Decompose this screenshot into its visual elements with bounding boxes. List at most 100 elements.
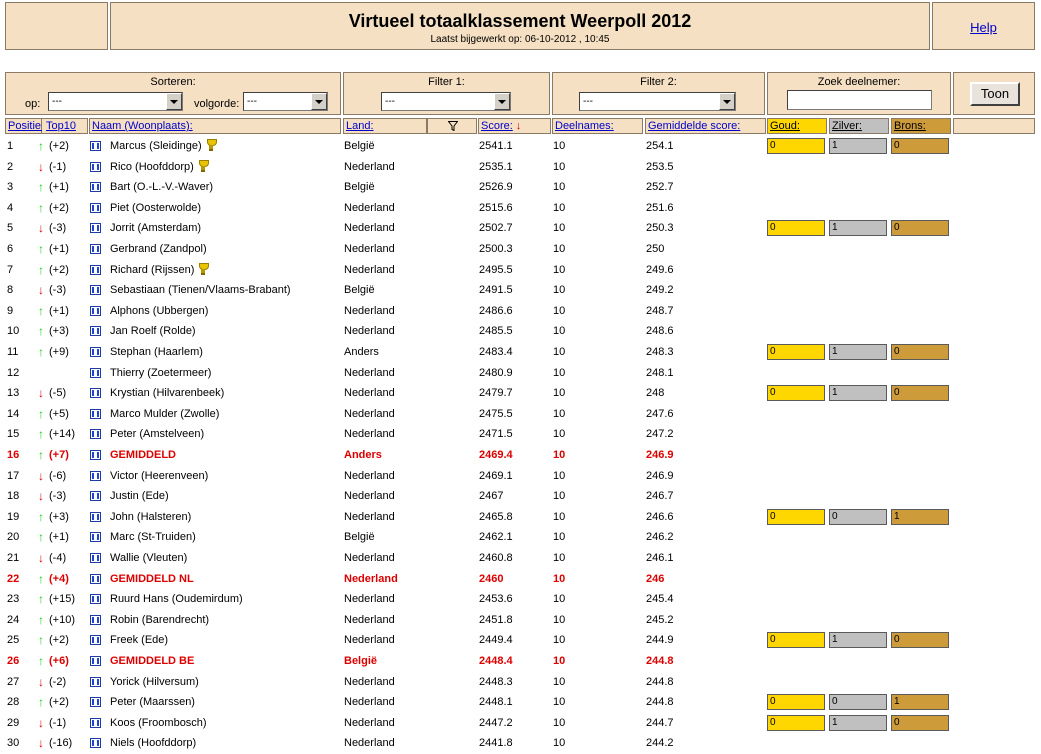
table-row[interactable]: 23 ↑ (+15) Ruurd Hans (Oudemirdum) Nederland… <box>5 589 1035 610</box>
participant-name[interactable]: Peter (Maarssen) <box>110 692 195 712</box>
profile-icon[interactable] <box>90 182 101 193</box>
participant-name[interactable]: Richard (Rijssen) <box>110 260 210 280</box>
profile-icon[interactable] <box>90 367 101 378</box>
sort-positie-link[interactable]: Positie: <box>8 120 44 132</box>
profile-icon[interactable] <box>90 161 101 172</box>
profile-icon[interactable] <box>90 388 101 399</box>
participant-name[interactable]: Rico (Hoofddorp) <box>110 157 209 177</box>
participant-name[interactable]: John (Halsteren) <box>110 507 191 527</box>
table-row[interactable]: 14 ↑ (+5) Marco Mulder (Zwolle) Nederland 247… <box>5 404 1035 425</box>
table-row[interactable]: 13 ↓ (-5) Krystian (Hilvarenbeek) Nederland 2… <box>5 383 1035 404</box>
profile-icon[interactable] <box>90 594 101 605</box>
help-link[interactable]: Help <box>933 20 1034 35</box>
chevron-down-icon[interactable] <box>494 93 510 110</box>
participant-name[interactable]: Alphons (Ubbergen) <box>110 301 208 321</box>
table-row[interactable]: 15 ↑ (+14) Peter (Amstelveen) Nederland 2471.… <box>5 424 1035 445</box>
table-row[interactable]: 10 ↑ (+3) Jan Roelf (Rolde) Nederland 2485.5 1… <box>5 321 1035 342</box>
table-row[interactable]: 9 ↑ (+1) Alphons (Ubbergen) Nederland 2486.6 1… <box>5 301 1035 322</box>
participant-name[interactable]: Jan Roelf (Rolde) <box>110 321 196 341</box>
participant-name[interactable]: GEMIDDELD <box>110 445 176 465</box>
chevron-down-icon[interactable] <box>719 93 735 110</box>
participant-name[interactable]: Marc (St-Truiden) <box>110 527 196 547</box>
profile-icon[interactable] <box>90 264 101 275</box>
participant-name[interactable]: GEMIDDELD BE <box>110 651 194 671</box>
table-row[interactable]: 21 ↓ (-4) Wallie (Vleuten) Nederland 2460.8 10… <box>5 548 1035 569</box>
filter2-select[interactable]: --- <box>579 92 736 111</box>
toon-button[interactable]: Toon <box>970 82 1020 106</box>
table-row[interactable]: 27 ↓ (-2) Yorick (Hilversum) Nederland 2448.3… <box>5 672 1035 693</box>
profile-icon[interactable] <box>90 202 101 213</box>
table-row[interactable]: 17 ↓ (-6) Victor (Heerenveen) Nederland 2469.… <box>5 466 1035 487</box>
participant-name[interactable]: Krystian (Hilvarenbeek) <box>110 383 224 403</box>
table-row[interactable]: 4 ↑ (+2) Piet (Oosterwolde) Nederland 2515.6 1… <box>5 198 1035 219</box>
sort-land-link[interactable]: Land: <box>346 120 374 132</box>
table-row[interactable]: 22 ↑ (+4) GEMIDDELD NL Nederland 2460 10 246 <box>5 569 1035 590</box>
participant-name[interactable]: Yorick (Hilversum) <box>110 672 199 692</box>
table-row[interactable]: 1 ↑ (+2) Marcus (Sleidinge) België 2541.1 10 25… <box>5 136 1035 157</box>
participant-name[interactable]: Marco Mulder (Zwolle) <box>110 404 219 424</box>
sort-top10-link[interactable]: Top10 <box>46 120 76 132</box>
sort-score-link[interactable]: Score: <box>481 120 513 132</box>
participant-name[interactable]: Niels (Hoofddorp) <box>110 733 196 753</box>
table-row[interactable]: 18 ↓ (-3) Justin (Ede) Nederland 2467 10 246.7 <box>5 486 1035 507</box>
profile-icon[interactable] <box>90 717 101 728</box>
profile-icon[interactable] <box>90 470 101 481</box>
sort-brons-link[interactable]: Brons: <box>894 120 926 132</box>
profile-icon[interactable] <box>90 305 101 316</box>
profile-icon[interactable] <box>90 532 101 543</box>
participant-name[interactable]: Peter (Amstelveen) <box>110 424 204 444</box>
table-row[interactable]: 7 ↑ (+2) Richard (Rijssen) Nederland 2495.5 10… <box>5 260 1035 281</box>
participant-name[interactable]: Freek (Ede) <box>110 630 168 650</box>
table-row[interactable]: 25 ↑ (+2) Freek (Ede) Nederland 2449.4 10 244.9… <box>5 630 1035 651</box>
profile-icon[interactable] <box>90 738 101 749</box>
profile-icon[interactable] <box>90 285 101 296</box>
profile-icon[interactable] <box>90 244 101 254</box>
table-row[interactable]: 6 ↑ (+1) Gerbrand (Zandpol) Nederland 2500.3 1… <box>5 239 1035 260</box>
table-row[interactable]: 2 ↓ (-1) Rico (Hoofddorp) Nederland 2535.1 10 2… <box>5 157 1035 178</box>
profile-icon[interactable] <box>90 573 101 584</box>
table-row[interactable]: 28 ↑ (+2) Peter (Maarssen) Nederland 2448.1 10… <box>5 692 1035 713</box>
participant-name[interactable]: Piet (Oosterwolde) <box>110 198 201 218</box>
profile-icon[interactable] <box>90 347 101 357</box>
participant-name[interactable]: GEMIDDELD NL <box>110 569 194 589</box>
profile-icon[interactable] <box>90 326 101 337</box>
participant-name[interactable]: Stephan (Haarlem) <box>110 342 203 362</box>
sort-op-select[interactable]: --- <box>48 92 183 111</box>
table-row[interactable]: 11 ↑ (+9) Stephan (Haarlem) Anders 2483.4 10 24… <box>5 342 1035 363</box>
sort-gemiddelde-link[interactable]: Gemiddelde score: <box>648 120 740 132</box>
participant-name[interactable]: Justin (Ede) <box>110 486 169 506</box>
sort-order-select[interactable]: --- <box>243 92 328 111</box>
profile-icon[interactable] <box>90 450 101 460</box>
profile-icon[interactable] <box>90 223 101 234</box>
table-row[interactable]: 8 ↓ (-3) Sebastiaan (Tienen/Vlaams-Brabant)… <box>5 280 1035 301</box>
table-row[interactable]: 29 ↓ (-1) Koos (Froombosch) Nederland 2447.2 1… <box>5 713 1035 734</box>
participant-name[interactable]: Jorrit (Amsterdam) <box>110 218 201 238</box>
profile-icon[interactable] <box>90 697 101 708</box>
table-row[interactable]: 30 ↓ (-16) Niels (Hoofddorp) Nederland 2441.8… <box>5 733 1035 754</box>
profile-icon[interactable] <box>90 491 101 502</box>
chevron-down-icon[interactable] <box>166 93 182 110</box>
participant-name[interactable]: Ruurd Hans (Oudemirdum) <box>110 589 243 609</box>
participant-name[interactable]: Sebastiaan (Tienen/Vlaams-Brabant) <box>110 280 291 300</box>
participant-name[interactable]: Koos (Froombosch) <box>110 713 207 733</box>
participant-name[interactable]: Robin (Barendrecht) <box>110 610 209 630</box>
filter1-select[interactable]: --- <box>381 92 511 111</box>
sort-goud-link[interactable]: Goud: <box>770 120 800 132</box>
participant-name[interactable]: Bart (O.-L.-V.-Waver) <box>110 177 213 197</box>
participant-name[interactable]: Thierry (Zoetermeer) <box>110 363 211 383</box>
profile-icon[interactable] <box>90 635 101 646</box>
table-row[interactable]: 16 ↑ (+7) GEMIDDELD Anders 2469.4 10 246.9 <box>5 445 1035 466</box>
profile-icon[interactable] <box>90 676 101 687</box>
table-row[interactable]: 26 ↑ (+6) GEMIDDELD BE België 2448.4 10 244.8 <box>5 651 1035 672</box>
participant-name[interactable]: Marcus (Sleidinge) <box>110 136 217 156</box>
table-row[interactable]: 3 ↑ (+1) Bart (O.-L.-V.-Waver) België 2526.9 1… <box>5 177 1035 198</box>
profile-icon[interactable] <box>90 553 101 563</box>
sort-deelnames-link[interactable]: Deelnames: <box>555 120 614 132</box>
participant-name[interactable]: Gerbrand (Zandpol) <box>110 239 207 259</box>
profile-icon[interactable] <box>90 408 101 419</box>
participant-name[interactable]: Wallie (Vleuten) <box>110 548 187 568</box>
profile-icon[interactable] <box>90 141 101 151</box>
sort-zilver-link[interactable]: Zilver: <box>832 120 862 132</box>
search-input[interactable] <box>787 90 932 110</box>
chevron-down-icon[interactable] <box>311 93 327 110</box>
